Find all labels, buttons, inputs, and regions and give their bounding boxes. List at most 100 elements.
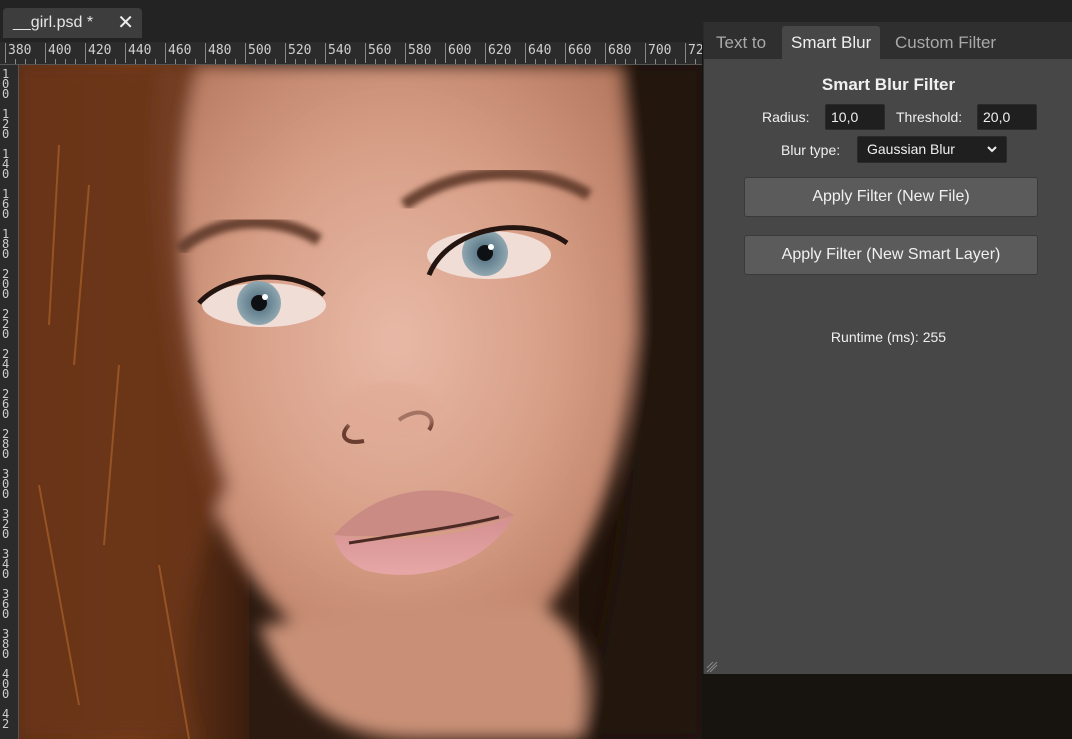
- ruler-minor-tick: [135, 59, 136, 64]
- ruler-minor-tick: [175, 59, 176, 64]
- radius-label: Radius:: [762, 109, 810, 125]
- ruler-minor-tick: [465, 59, 466, 64]
- ruler-minor-tick: [145, 59, 146, 64]
- ruler-minor-tick: [265, 59, 266, 64]
- ruler-minor-tick: [385, 59, 386, 64]
- ruler-minor-tick: [555, 59, 556, 64]
- ruler-minor-tick: [335, 59, 336, 64]
- ruler-minor-tick: [195, 59, 196, 64]
- ruler-minor-tick: [345, 59, 346, 64]
- ruler-minor-tick: [655, 59, 656, 64]
- tab-smart-blur[interactable]: Smart Blur: [782, 26, 881, 59]
- ruler-minor-tick: [65, 59, 66, 64]
- panel-tab-bar: Text to Smart Blur Custom Filter: [704, 22, 1072, 59]
- ruler-minor-tick: [235, 59, 236, 64]
- threshold-input[interactable]: [977, 104, 1037, 130]
- ruler-minor-tick: [255, 59, 256, 64]
- portrait-photo: [19, 65, 702, 739]
- radius-input[interactable]: [825, 104, 885, 130]
- ruler-minor-tick: [395, 59, 396, 64]
- runtime-readout: Runtime (ms): 255: [830, 329, 947, 345]
- ruler-top-label: 620: [484, 43, 512, 63]
- ruler-minor-tick: [225, 59, 226, 64]
- ruler-left-label: 200: [2, 267, 10, 301]
- ruler-top-label: 480: [204, 43, 232, 63]
- ruler-minor-tick: [625, 59, 626, 64]
- ruler-minor-tick: [495, 59, 496, 64]
- ruler-minor-tick: [585, 59, 586, 64]
- ruler-left-label: 160: [2, 187, 10, 221]
- ruler-top-label: 460: [164, 43, 192, 63]
- ruler-top-label: 660: [564, 43, 592, 63]
- ruler-minor-tick: [185, 59, 186, 64]
- ruler-left-label: 42: [2, 707, 10, 731]
- ruler-minor-tick: [25, 59, 26, 64]
- ruler-left-label: 100: [2, 67, 10, 101]
- ruler-minor-tick: [425, 59, 426, 64]
- ruler-minor-tick: [415, 59, 416, 64]
- tab-custom-filter[interactable]: Custom Filter: [886, 26, 1005, 59]
- ruler-top-label: 420: [84, 43, 112, 63]
- ruler-left-label: 260: [2, 387, 10, 421]
- panel-title: Smart Blur Filter: [821, 75, 956, 94]
- ruler-top-label: 440: [124, 43, 152, 63]
- ruler-minor-tick: [675, 59, 676, 64]
- ruler-minor-tick: [455, 59, 456, 64]
- apply-filter-new-smart-layer-button[interactable]: Apply Filter (New Smart Layer): [744, 235, 1038, 275]
- ruler-minor-tick: [155, 59, 156, 64]
- ruler-minor-tick: [615, 59, 616, 64]
- ruler-minor-tick: [105, 59, 106, 64]
- ruler-top-label: 560: [364, 43, 392, 63]
- blur-type-value: Gaussian Blur: [867, 141, 955, 157]
- ruler-top-label: 580: [404, 43, 432, 63]
- resize-grip-icon[interactable]: [706, 660, 718, 673]
- filter-panel: Text to Smart Blur Custom Filter Smart B…: [703, 22, 1072, 674]
- ruler-minor-tick: [115, 59, 116, 64]
- ruler-top-label: 640: [524, 43, 552, 63]
- ruler-top-label: 600: [444, 43, 472, 63]
- ruler-top-label: 400: [44, 43, 72, 63]
- ruler-top-label: 540: [324, 43, 352, 63]
- threshold-label: Threshold:: [896, 109, 963, 125]
- ruler-minor-tick: [15, 59, 16, 64]
- ruler-minor-tick: [435, 59, 436, 64]
- ruler-top-label: 680: [604, 43, 632, 63]
- ruler-top-label: 72: [685, 43, 702, 63]
- ruler-minor-tick: [505, 59, 506, 64]
- ruler-minor-tick: [595, 59, 596, 64]
- ruler-minor-tick: [215, 59, 216, 64]
- ruler-minor-tick: [55, 59, 56, 64]
- ruler-minor-tick: [295, 59, 296, 64]
- ruler-minor-tick: [35, 59, 36, 64]
- ruler-left-label: 360: [2, 587, 10, 621]
- ruler-minor-tick: [665, 59, 666, 64]
- ruler-top-label: 380: [4, 43, 32, 63]
- ruler-left-label: 140: [2, 147, 10, 181]
- ruler-minor-tick: [275, 59, 276, 64]
- ruler-minor-tick: [95, 59, 96, 64]
- document-tab[interactable]: __girl.psd * ✕: [3, 8, 142, 38]
- ruler-minor-tick: [515, 59, 516, 64]
- ruler-minor-tick: [355, 59, 356, 64]
- ruler-top-label: 520: [284, 43, 312, 63]
- ruler-left-label: 240: [2, 347, 10, 381]
- ruler-minor-tick: [635, 59, 636, 64]
- ruler-left-label: 120: [2, 107, 10, 141]
- close-icon[interactable]: ✕: [117, 8, 134, 38]
- tab-text-to[interactable]: Text to: [707, 26, 775, 59]
- apply-filter-new-file-button[interactable]: Apply Filter (New File): [744, 177, 1038, 217]
- ruler-left-label: 180: [2, 227, 10, 261]
- ruler-left-label: 220: [2, 307, 10, 341]
- ruler-left-label: 340: [2, 547, 10, 581]
- ruler-left-label: 300: [2, 467, 10, 501]
- vertical-ruler: 100 120 140 160 180 200 220 240 260 280 300 320 340 3…: [0, 65, 19, 739]
- ruler-left-label: 380: [2, 627, 10, 661]
- image-canvas[interactable]: [19, 65, 702, 739]
- ruler-minor-tick: [305, 59, 306, 64]
- ruler-minor-tick: [695, 59, 696, 64]
- ruler-minor-tick: [575, 59, 576, 64]
- ruler-top-label: 500: [244, 43, 272, 63]
- ruler-minor-tick: [375, 59, 376, 64]
- blur-type-select[interactable]: Gaussian Blur: [857, 136, 1007, 163]
- ruler-left-label: 280: [2, 427, 10, 461]
